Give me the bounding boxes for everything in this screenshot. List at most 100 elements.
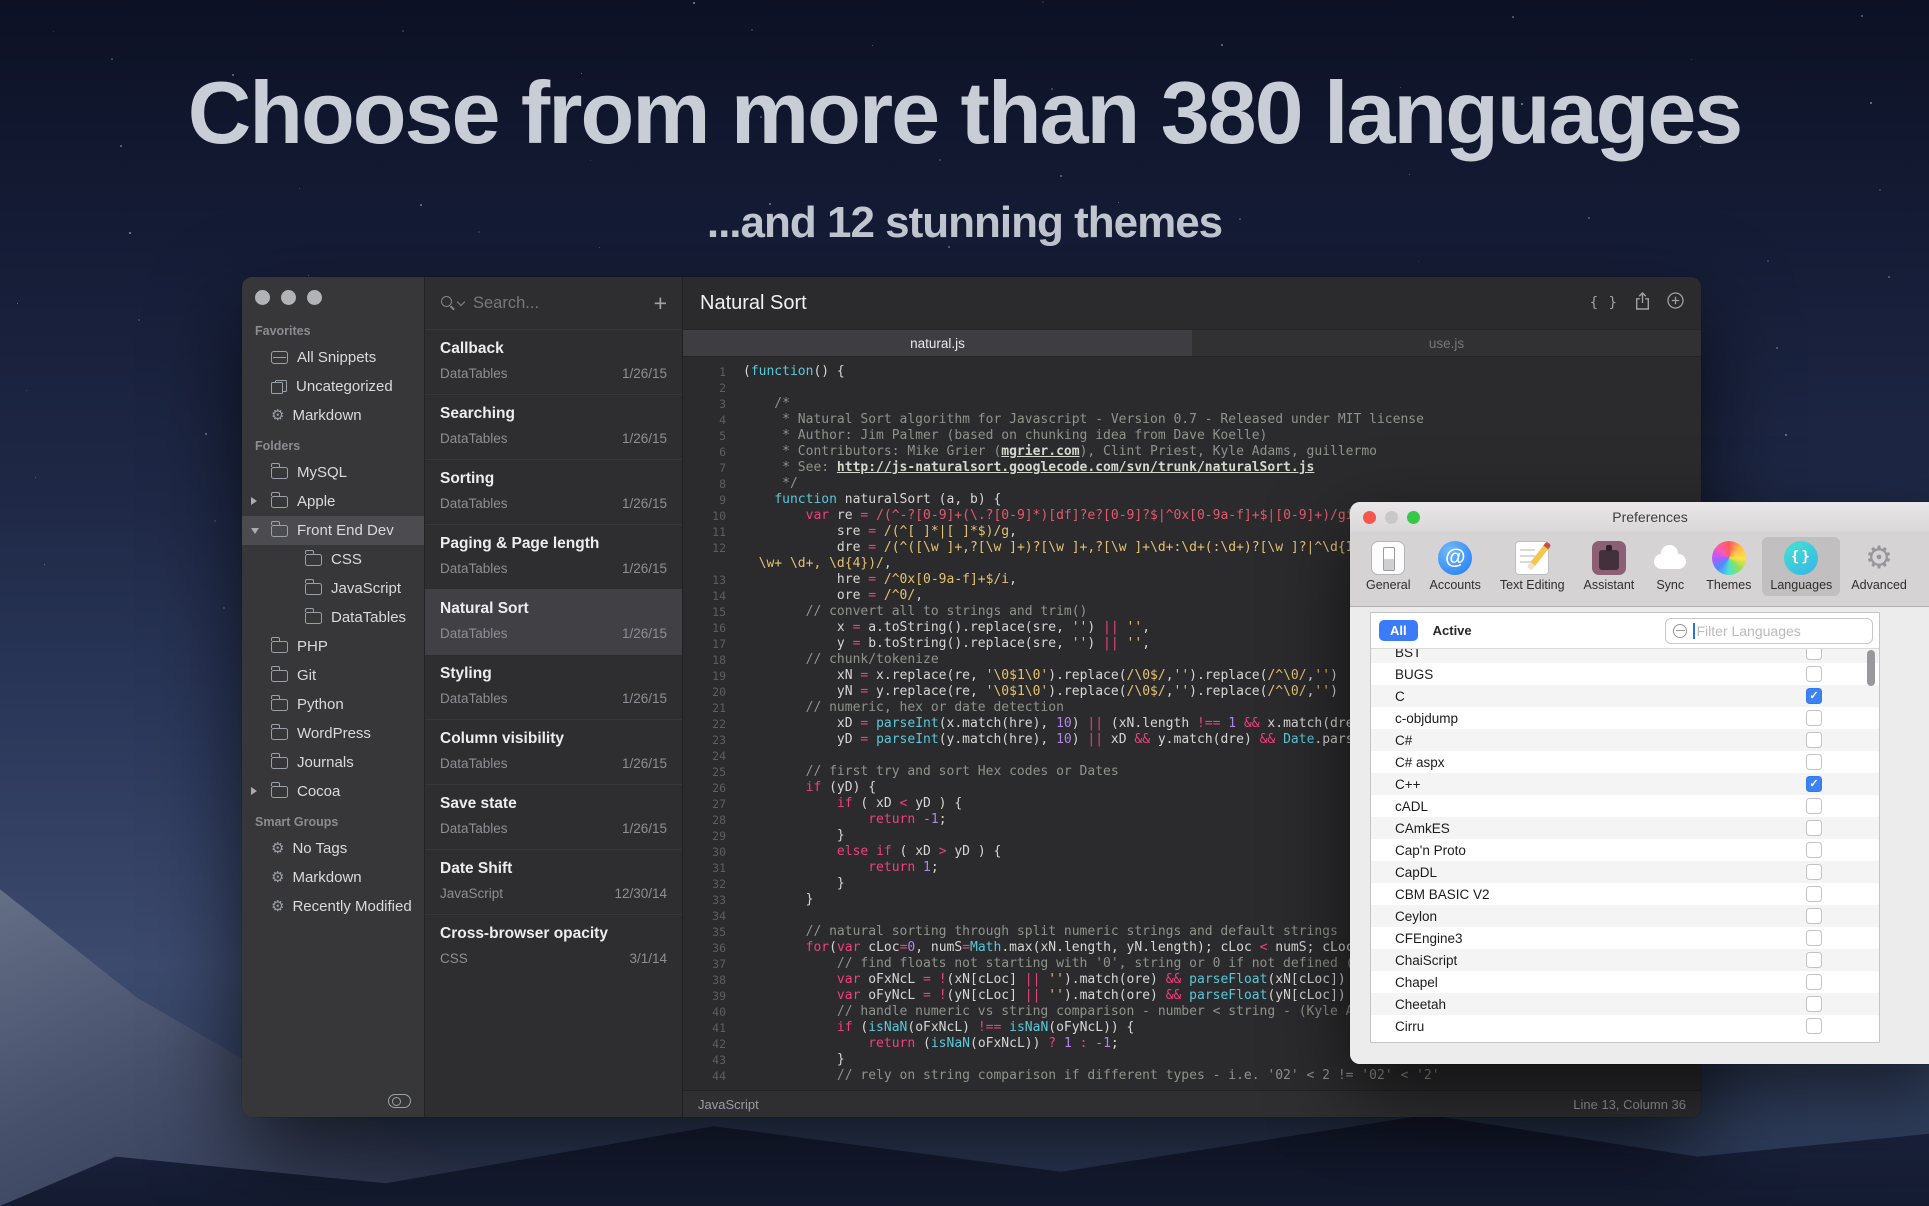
snippet-row-paging-page-length[interactable]: Paging & Page lengthDataTables1/26/15 (425, 524, 682, 589)
sidebar-item-php[interactable]: PHP (242, 632, 424, 661)
language-row-c[interactable]: C++✓ (1371, 773, 1879, 795)
segment-all[interactable]: All (1379, 620, 1418, 641)
sidebar-toggle-icon[interactable] (388, 1094, 411, 1108)
line-number: 19 (696, 668, 726, 684)
zoom-button[interactable] (1407, 511, 1420, 524)
tab-use-js[interactable]: use.js (1192, 330, 1701, 356)
snippet-row-column-visibility[interactable]: Column visibilityDataTables1/26/15 (425, 719, 682, 784)
prefs-tab-accounts[interactable]: Accounts (1421, 537, 1488, 596)
language-checkbox[interactable] (1806, 886, 1822, 902)
language-checkbox[interactable] (1806, 996, 1822, 1012)
sidebar-item-markdown[interactable]: ⚙Markdown (242, 863, 424, 892)
language-row-ceylon[interactable]: Ceylon (1371, 905, 1879, 927)
language-checkbox[interactable]: ✓ (1806, 688, 1822, 704)
snippet-row-searching[interactable]: SearchingDataTables1/26/15 (425, 394, 682, 459)
prefs-tab-general[interactable]: General (1358, 537, 1418, 596)
sidebar-item-datatables[interactable]: DataTables (242, 603, 424, 632)
language-row-bugs[interactable]: BUGS (1371, 663, 1879, 685)
prefs-tab-languages[interactable]: Languages (1762, 537, 1840, 596)
language-row-c-aspx[interactable]: C# aspx (1371, 751, 1879, 773)
sidebar-item-css[interactable]: CSS (242, 545, 424, 574)
language-row-c-objdump[interactable]: c-objdump (1371, 707, 1879, 729)
disclosure-right-icon[interactable] (251, 787, 257, 795)
language-row-c[interactable]: C✓ (1371, 685, 1879, 707)
sidebar-item-all-snippets[interactable]: All Snippets (242, 343, 424, 372)
snippet-row-styling[interactable]: StylingDataTables1/26/15 (425, 654, 682, 719)
sidebar-item-apple[interactable]: Apple (242, 487, 424, 516)
prefs-tab-themes[interactable]: Themes (1698, 537, 1759, 596)
sidebar-item-python[interactable]: Python (242, 690, 424, 719)
snippet-row-callback[interactable]: CallbackDataTables1/26/15 (425, 329, 682, 394)
snippet-row-sorting[interactable]: SortingDataTables1/26/15 (425, 459, 682, 524)
disclosure-down-icon[interactable] (251, 528, 259, 534)
language-checkbox[interactable] (1806, 732, 1822, 748)
language-checkbox[interactable] (1806, 754, 1822, 770)
sidebar-item-front-end-dev[interactable]: Front End Dev (242, 516, 424, 545)
language-checkbox[interactable] (1806, 842, 1822, 858)
status-language[interactable]: JavaScript (698, 1097, 759, 1112)
tab-natural-js[interactable]: natural.js (683, 330, 1192, 356)
language-checkbox[interactable] (1806, 798, 1822, 814)
language-checkbox[interactable] (1806, 908, 1822, 924)
sidebar-item-wordpress[interactable]: WordPress (242, 719, 424, 748)
language-row-chaiscript[interactable]: ChaiScript (1371, 949, 1879, 971)
language-row-cfengine3[interactable]: CFEngine3 (1371, 927, 1879, 949)
language-checkbox[interactable] (1806, 710, 1822, 726)
language-row-camkes[interactable]: CAmkES (1371, 817, 1879, 839)
language-row-c[interactable]: C# (1371, 729, 1879, 751)
prefs-tab-sync[interactable]: Sync (1645, 537, 1695, 596)
language-braces-icon[interactable]: { } (1590, 295, 1618, 311)
sidebar-item-uncategorized[interactable]: Uncategorized (242, 372, 424, 401)
language-checkbox[interactable] (1806, 1018, 1822, 1034)
sidebar-item-journals[interactable]: Journals (242, 748, 424, 777)
filter-languages-input[interactable]: Filter Languages (1665, 618, 1873, 644)
search-input[interactable]: Search... (473, 294, 539, 313)
close-button[interactable] (255, 290, 270, 305)
folder-icon (271, 786, 288, 798)
language-checkbox[interactable]: ✓ (1806, 776, 1822, 792)
zoom-button[interactable] (307, 290, 322, 305)
language-row-bst[interactable]: BST (1371, 649, 1879, 663)
minimize-button[interactable] (281, 290, 296, 305)
language-checkbox[interactable] (1806, 864, 1822, 880)
add-snippet-button[interactable]: + (654, 292, 667, 315)
segment-active[interactable]: Active (1433, 623, 1472, 638)
add-fragment-icon[interactable] (1667, 292, 1684, 314)
minimize-button[interactable] (1385, 511, 1398, 524)
snippet-date: 1/26/15 (622, 691, 667, 706)
sidebar-item-no-tags[interactable]: ⚙No Tags (242, 834, 424, 863)
snippet-row-meta: DataTables1/26/15 (440, 366, 667, 381)
sidebar-item-cocoa[interactable]: Cocoa (242, 777, 424, 806)
prefs-tab-text-editing[interactable]: Text Editing (1492, 537, 1573, 596)
prefs-tab-assistant[interactable]: Assistant (1576, 537, 1643, 596)
sidebar-item-recently-modified[interactable]: ⚙Recently Modified (242, 892, 424, 921)
snippet-row-date-shift[interactable]: Date ShiftJavaScript12/30/14 (425, 849, 682, 914)
language-row-cirru[interactable]: Cirru (1371, 1015, 1879, 1037)
language-row-chapel[interactable]: Chapel (1371, 971, 1879, 993)
language-row-cap-n-proto[interactable]: Cap'n Proto (1371, 839, 1879, 861)
snippet-row-cross-browser-opacity[interactable]: Cross-browser opacityCSS3/1/14 (425, 914, 682, 979)
language-row-cheetah[interactable]: Cheetah (1371, 993, 1879, 1015)
snippet-row-save-state[interactable]: Save stateDataTables1/26/15 (425, 784, 682, 849)
share-icon[interactable] (1635, 292, 1650, 315)
disclosure-right-icon[interactable] (251, 497, 257, 505)
snippet-row-natural-sort[interactable]: Natural SortDataTables1/26/15 (425, 589, 682, 654)
language-checkbox[interactable] (1806, 974, 1822, 990)
language-checkbox[interactable] (1806, 666, 1822, 682)
sidebar-item-mysql[interactable]: MySQL (242, 458, 424, 487)
language-checkbox[interactable] (1806, 952, 1822, 968)
language-checkbox[interactable] (1806, 930, 1822, 946)
close-button[interactable] (1363, 511, 1376, 524)
language-checkbox[interactable] (1806, 820, 1822, 836)
language-row-capdl[interactable]: CapDL (1371, 861, 1879, 883)
language-row-cadl[interactable]: cADL (1371, 795, 1879, 817)
sidebar-item-javascript[interactable]: JavaScript (242, 574, 424, 603)
sidebar-item-git[interactable]: Git (242, 661, 424, 690)
sidebar-section-favorites: Favorites (242, 315, 424, 343)
prefs-tab-advanced[interactable]: ⚙Advanced (1843, 537, 1915, 596)
sidebar-item-markdown[interactable]: ⚙Markdown (242, 401, 424, 430)
language-checkbox[interactable] (1806, 649, 1822, 660)
scrollbar-thumb[interactable] (1867, 650, 1875, 686)
language-row-cbm-basic-v2[interactable]: CBM BASIC V2 (1371, 883, 1879, 905)
search-bar[interactable]: Search... + (425, 277, 682, 329)
